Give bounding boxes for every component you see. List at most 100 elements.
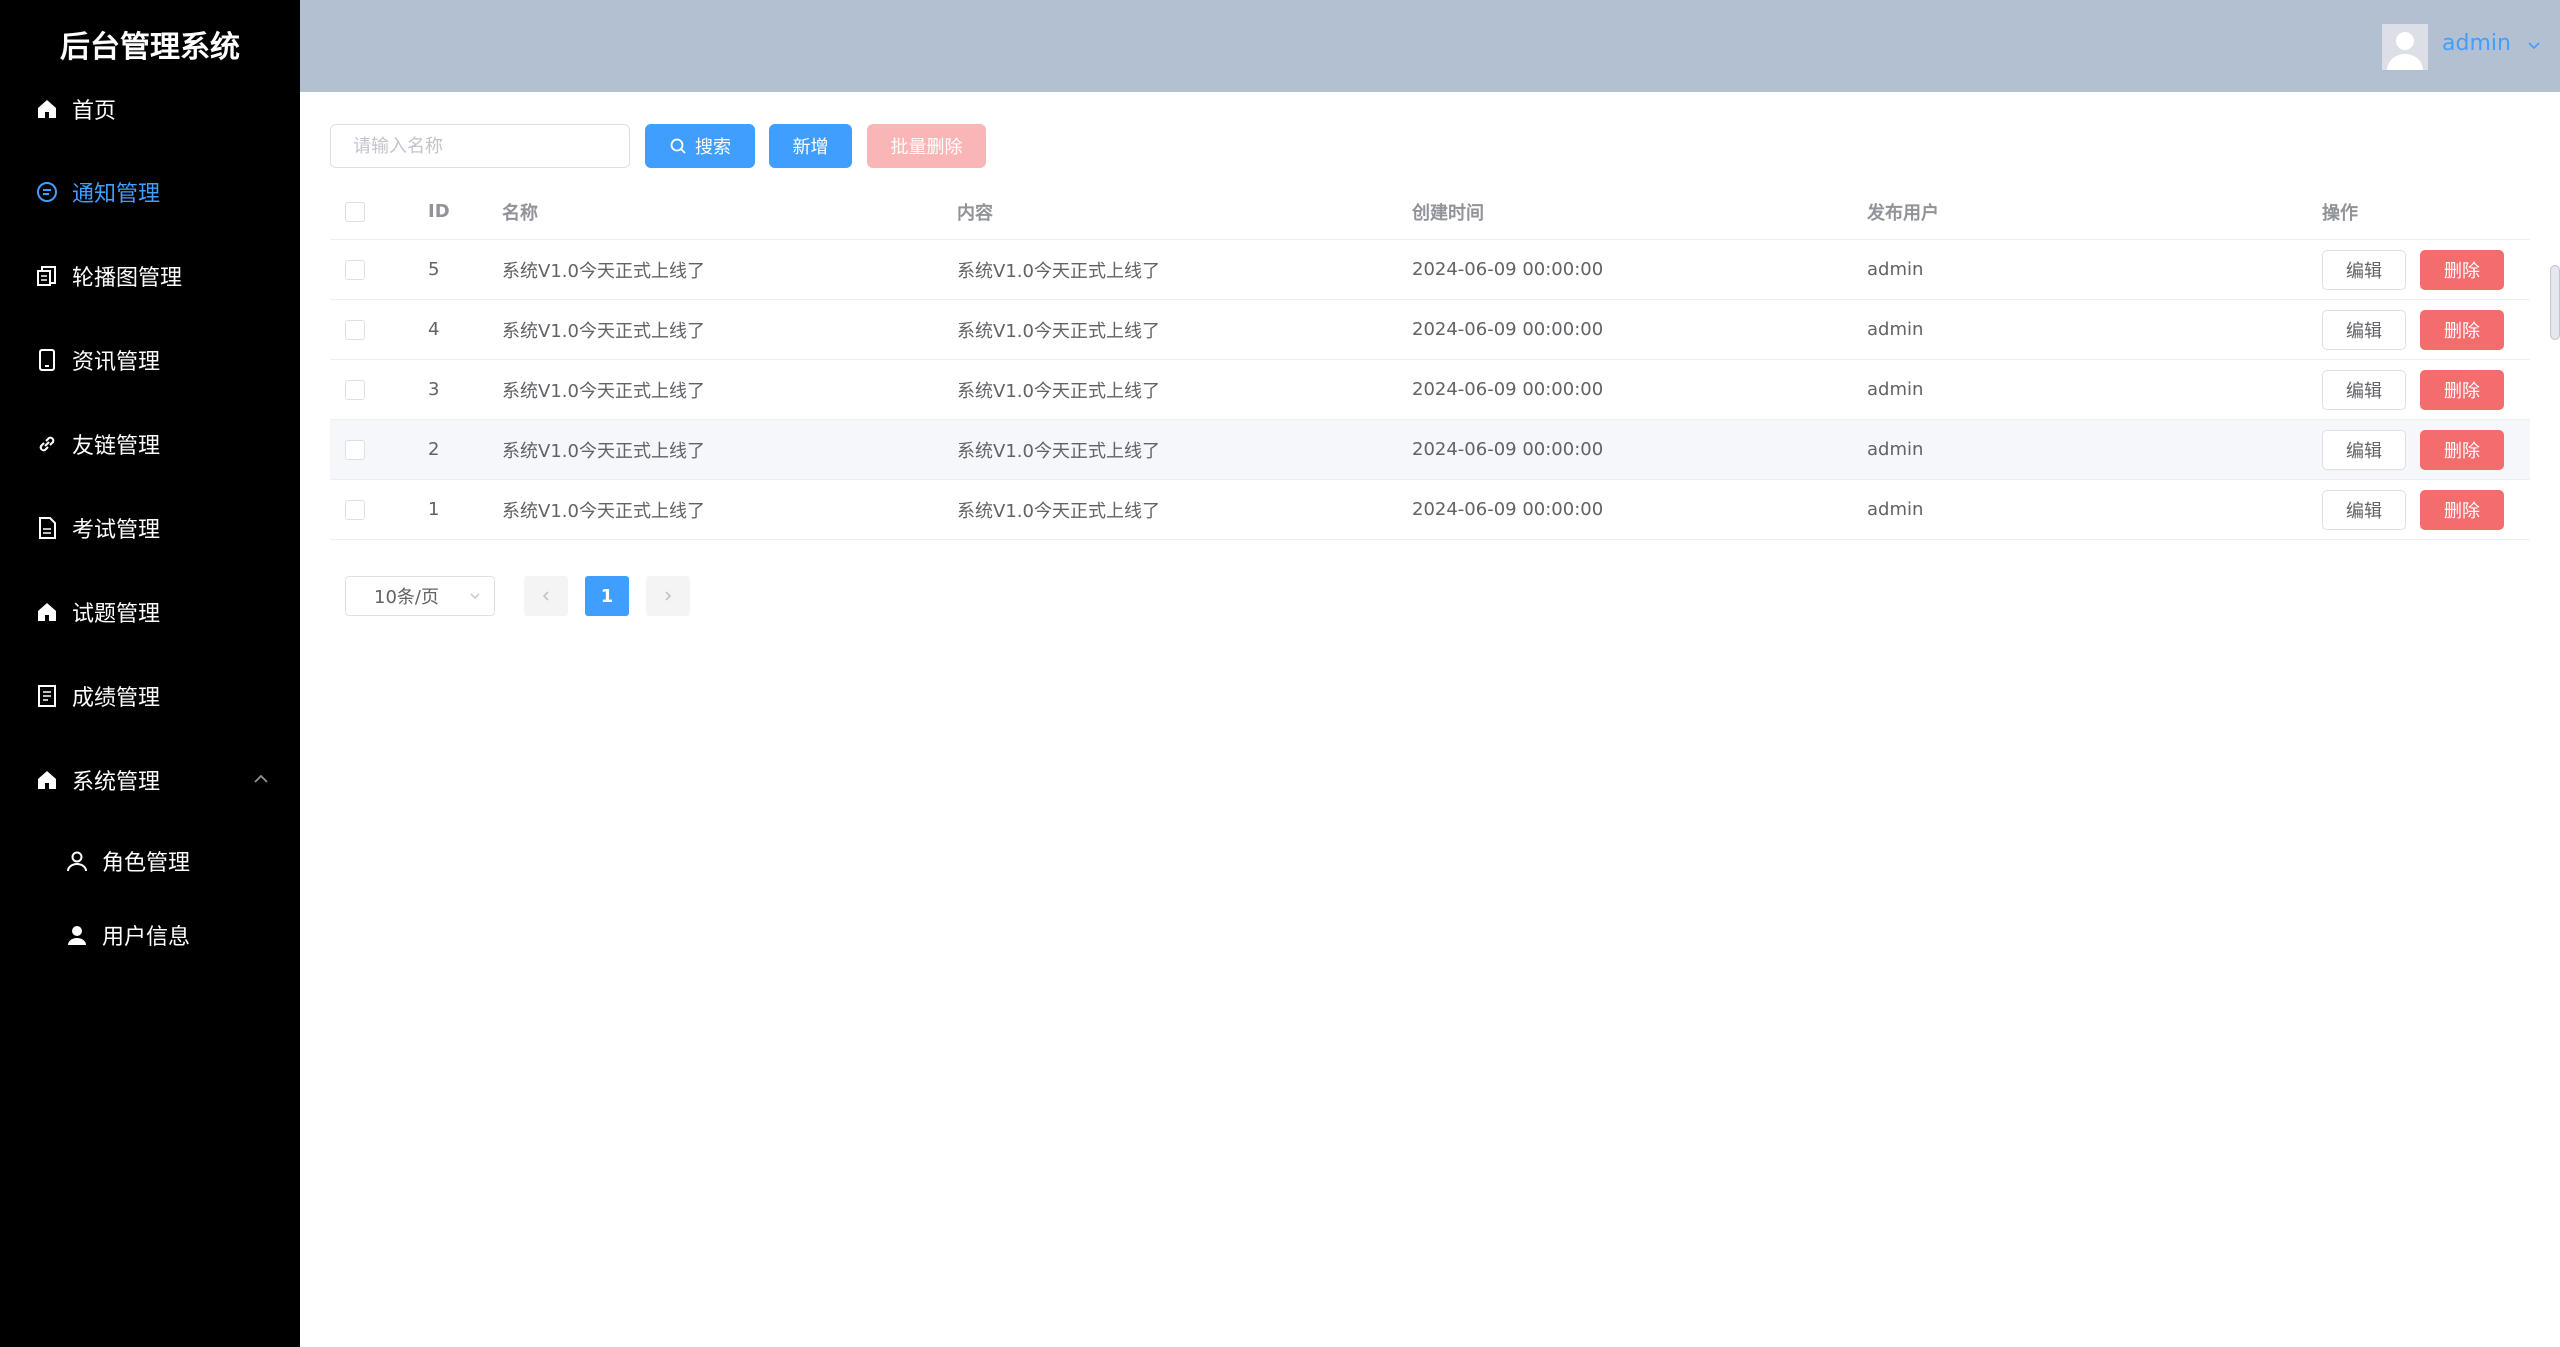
sidebar-item-questions[interactable]: 试题管理 — [0, 582, 300, 642]
cell-ops: 编辑 删除 — [2322, 360, 2504, 419]
cell-user: admin — [1867, 499, 1924, 520]
column-header-user[interactable]: 发布用户 — [1867, 184, 1939, 239]
sidebar-item-label: 角色管理 — [102, 851, 191, 876]
edit-button[interactable]: 编辑 — [2322, 369, 2406, 410]
cell-name: 系统V1.0今天正式上线了 — [502, 500, 705, 522]
cell-name: 系统V1.0今天正式上线了 — [502, 260, 705, 282]
user-solid-icon — [64, 922, 90, 948]
column-header-time[interactable]: 创建时间 — [1412, 184, 1484, 239]
cell-ops: 编辑 删除 — [2322, 300, 2504, 359]
cell-id: 4 — [428, 319, 440, 340]
sidebar-item-roles[interactable]: 角色管理 — [0, 831, 300, 891]
cell-content: 系统V1.0今天正式上线了 — [957, 380, 1160, 402]
chevron-right-icon — [665, 591, 672, 601]
table-row[interactable]: 1 系统V1.0今天正式上线了 系统V1.0今天正式上线了 2024-06-09… — [330, 480, 2530, 540]
row-checkbox[interactable] — [345, 379, 365, 400]
edit-button[interactable]: 编辑 — [2322, 489, 2406, 530]
cell-user: admin — [1867, 379, 1924, 400]
row-checkbox-cell — [345, 360, 365, 419]
sidebar-item-system[interactable]: 系统管理 — [0, 750, 300, 810]
cell-ops: 编辑 删除 — [2322, 480, 2504, 539]
cell-ops: 编辑 删除 — [2322, 420, 2504, 479]
sidebar-item-home[interactable]: 首页 — [0, 79, 300, 139]
chevron-left-icon — [542, 591, 549, 601]
notice-table: ID 名称 内容 创建时间 发布用户 操作 5 系统V1.0今天正式上线了 系统… — [330, 184, 2530, 540]
cell-content: 系统V1.0今天正式上线了 — [957, 260, 1160, 282]
vertical-scrollbar[interactable] — [2550, 265, 2560, 340]
search-icon — [670, 138, 686, 154]
delete-button[interactable]: 删除 — [2420, 489, 2504, 530]
select-all-cell — [345, 184, 365, 239]
cell-time: 2024-06-09 00:00:00 — [1412, 499, 1604, 520]
sidebar-item-links[interactable]: 友链管理 — [0, 414, 300, 474]
home-icon — [34, 599, 60, 625]
sidebar-item-users[interactable]: 用户信息 — [0, 905, 300, 965]
edit-button[interactable]: 编辑 — [2322, 429, 2406, 470]
add-button[interactable]: 新增 — [769, 124, 852, 168]
sidebar-item-exam[interactable]: 考试管理 — [0, 498, 300, 558]
sidebar-item-carousel[interactable]: 轮播图管理 — [0, 246, 300, 306]
chevron-down-icon — [470, 593, 480, 600]
sidebar-item-label: 成绩管理 — [72, 686, 161, 711]
home-icon — [34, 767, 60, 793]
cell-time: 2024-06-09 00:00:00 — [1412, 379, 1604, 400]
prev-page-button[interactable] — [524, 576, 568, 616]
sidebar-item-scores[interactable]: 成绩管理 — [0, 666, 300, 726]
search-input[interactable] — [330, 124, 630, 168]
row-checkbox[interactable] — [345, 499, 365, 520]
next-page-button[interactable] — [646, 576, 690, 616]
sidebar: 后台管理系统 首页 通知管理 轮播图管理 资讯管理 友链管理 考试管理 试题管理… — [0, 0, 300, 1347]
table-row[interactable]: 5 系统V1.0今天正式上线了 系统V1.0今天正式上线了 2024-06-09… — [330, 240, 2530, 300]
row-checkbox-cell — [345, 420, 365, 479]
app-title: 后台管理系统 — [60, 30, 240, 65]
table-row[interactable]: 3 系统V1.0今天正式上线了 系统V1.0今天正式上线了 2024-06-09… — [330, 360, 2530, 420]
column-header-ops: 操作 — [2322, 202, 2358, 224]
delete-button[interactable]: 删除 — [2420, 369, 2504, 410]
avatar[interactable] — [2382, 24, 2428, 70]
chevron-down-icon[interactable] — [2526, 38, 2542, 54]
row-checkbox[interactable] — [345, 319, 365, 340]
column-header-name[interactable]: 名称 — [502, 184, 538, 239]
cell-content: 系统V1.0今天正式上线了 — [957, 440, 1160, 462]
delete-button[interactable]: 删除 — [2420, 309, 2504, 350]
user-menu-name[interactable]: admin — [2442, 31, 2511, 56]
table-row[interactable]: 2 系统V1.0今天正式上线了 系统V1.0今天正式上线了 2024-06-09… — [330, 420, 2530, 480]
chat-icon — [34, 179, 60, 205]
row-checkbox-cell — [345, 300, 365, 359]
page-number-button[interactable]: 1 — [585, 576, 629, 616]
sidebar-item-label: 友链管理 — [72, 434, 161, 459]
delete-button[interactable]: 删除 — [2420, 249, 2504, 290]
cell-name: 系统V1.0今天正式上线了 — [502, 320, 705, 342]
sidebar-item-label: 轮播图管理 — [72, 266, 183, 291]
cell-id: 3 — [428, 379, 440, 400]
sidebar-item-label: 通知管理 — [72, 182, 161, 207]
page-size-value: 10条/页 — [374, 587, 439, 608]
cell-user: admin — [1867, 439, 1924, 460]
cell-time: 2024-06-09 00:00:00 — [1412, 259, 1604, 280]
sidebar-item-label: 用户信息 — [102, 925, 191, 950]
table-row[interactable]: 4 系统V1.0今天正式上线了 系统V1.0今天正式上线了 2024-06-09… — [330, 300, 2530, 360]
cell-time: 2024-06-09 00:00:00 — [1412, 439, 1604, 460]
row-checkbox[interactable] — [345, 439, 365, 460]
cell-id: 1 — [428, 499, 440, 520]
row-checkbox[interactable] — [345, 259, 365, 280]
select-all-checkbox[interactable] — [345, 201, 365, 222]
cell-user: admin — [1867, 259, 1924, 280]
main-content: 搜索 新增 批量删除 ID 名称 内容 创建时间 发布用户 操作 5 系统V1.… — [300, 92, 2560, 1347]
column-header-content[interactable]: 内容 — [957, 184, 993, 239]
cell-id: 2 — [428, 439, 440, 460]
edit-button[interactable]: 编辑 — [2322, 249, 2406, 290]
delete-button[interactable]: 删除 — [2420, 429, 2504, 470]
table-header: ID 名称 内容 创建时间 发布用户 操作 — [330, 184, 2530, 240]
sidebar-item-label: 系统管理 — [72, 770, 161, 795]
sidebar-item-notice[interactable]: 通知管理 — [0, 162, 300, 222]
top-header: admin — [300, 0, 2560, 92]
mobile-icon — [34, 347, 60, 373]
edit-button[interactable]: 编辑 — [2322, 309, 2406, 350]
bulk-delete-button[interactable]: 批量删除 — [867, 124, 986, 168]
column-header-id[interactable]: ID — [428, 184, 450, 239]
page-size-select[interactable]: 10条/页 — [345, 576, 495, 616]
sidebar-item-news[interactable]: 资讯管理 — [0, 330, 300, 390]
search-button[interactable]: 搜索 — [645, 124, 755, 168]
row-checkbox-cell — [345, 240, 365, 299]
